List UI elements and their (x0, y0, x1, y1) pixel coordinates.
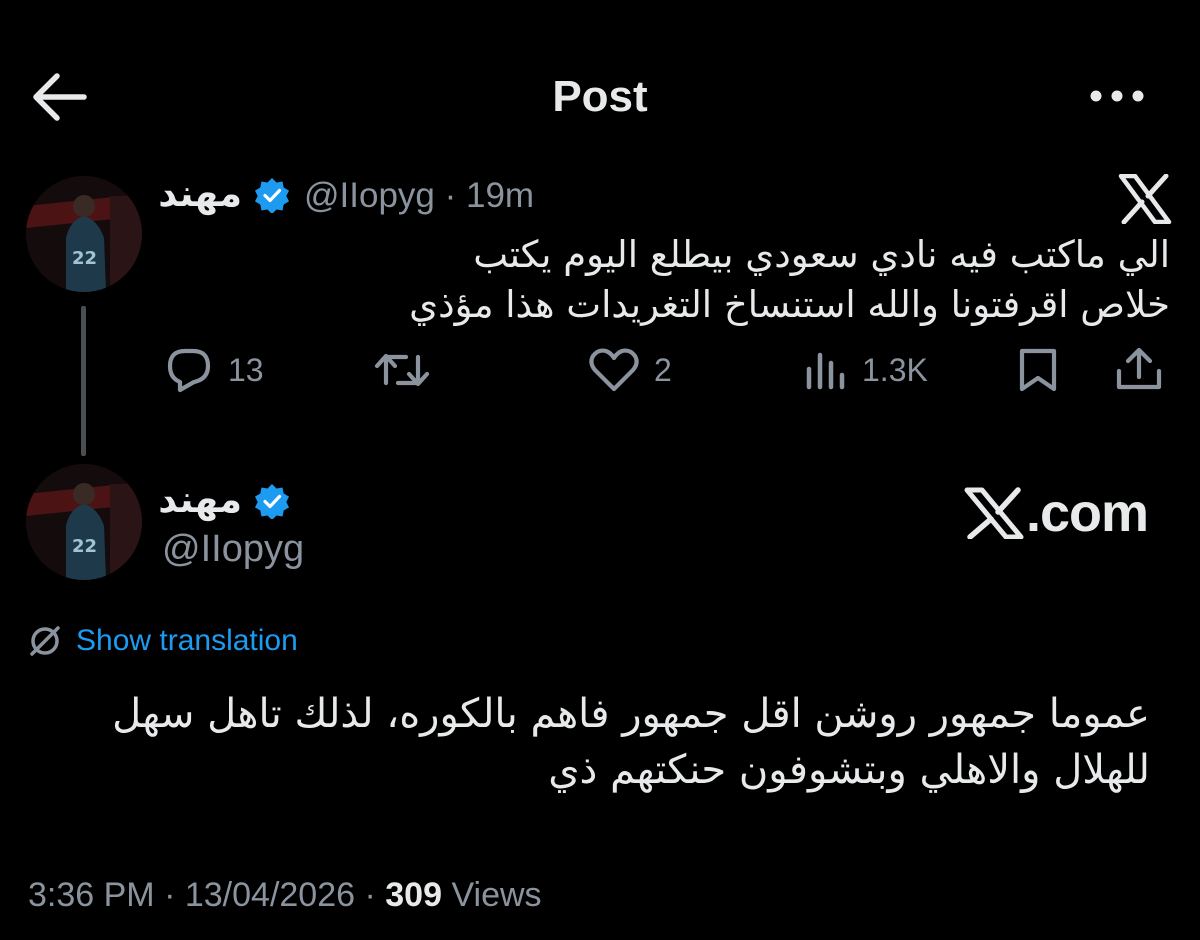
svg-text:22: 22 (72, 536, 97, 557)
views-label: Views (451, 876, 542, 914)
post-text: عموما جمهور روشن اقل جمهور فاهم بالكوره،… (40, 686, 1150, 798)
heart-icon (589, 348, 639, 392)
bookmark-button[interactable] (1016, 344, 1060, 396)
x-com-watermark: .com (964, 482, 1149, 544)
avatar[interactable]: 22 (26, 176, 142, 292)
avatar[interactable]: 22 (26, 464, 142, 580)
post-time[interactable]: 19m (466, 176, 534, 215)
verified-badge-icon (255, 484, 289, 519)
more-options-button[interactable] (1082, 78, 1152, 114)
author-name[interactable]: مهند (158, 478, 242, 521)
post-time[interactable]: 3:36 PM (28, 876, 155, 914)
watermark-text: .com (1026, 483, 1149, 543)
author-handle[interactable]: @IIopyg (304, 176, 435, 215)
author-name[interactable]: مهند (158, 172, 242, 215)
like-count: 2 (654, 351, 672, 388)
svg-text:22: 22 (72, 248, 97, 269)
share-icon (1116, 347, 1162, 390)
post-meta: 3:36 PM · 13/04/2026 · 309 Views (28, 876, 542, 915)
analytics-icon (806, 352, 845, 390)
more-horizontal-icon (1090, 90, 1144, 102)
x-logo-icon (1118, 174, 1172, 224)
like-button[interactable]: 2 (588, 344, 672, 396)
views-count: 1.3K (862, 351, 928, 388)
author-handle[interactable]: @IIopyg (162, 528, 304, 571)
meta-separator: · (164, 876, 176, 914)
repost-button[interactable] (374, 344, 430, 396)
meta-separator: · (444, 176, 457, 215)
repost-icon (374, 353, 430, 387)
thread-connector-line (81, 306, 86, 456)
bookmark-icon (1019, 348, 1057, 392)
views-button[interactable]: 1.3K (804, 344, 928, 396)
post-text: الي ماكتب فيه نادي سعودي بيطلع اليوم يكت… (350, 230, 1170, 330)
x-logo-icon (964, 487, 1024, 539)
page-title: Post (552, 72, 648, 121)
show-translation-label: Show translation (76, 624, 298, 657)
share-button[interactable] (1114, 344, 1164, 396)
reply-icon (167, 348, 211, 393)
post-text-line: للهلال والاهلي وبتشوفون حنكتهم ذي (548, 747, 1150, 793)
post-date[interactable]: 13/04/2026 (185, 876, 355, 914)
reply-button[interactable]: 13 (164, 344, 264, 396)
globe-icon (30, 626, 60, 656)
views-total: 309 (385, 876, 442, 914)
meta-separator: · (364, 876, 376, 914)
verified-badge-icon (255, 178, 289, 213)
post-text-line: خلاص اقرفتونا والله استنساخ التغريدات هذ… (409, 283, 1170, 326)
post-text-line: عموما جمهور روشن اقل جمهور فاهم بالكوره،… (112, 691, 1150, 737)
reply-count: 13 (228, 351, 264, 388)
show-translation-link[interactable]: Show translation (28, 624, 298, 658)
post-text-line: الي ماكتب فيه نادي سعودي بيطلع اليوم يكت… (473, 233, 1170, 276)
